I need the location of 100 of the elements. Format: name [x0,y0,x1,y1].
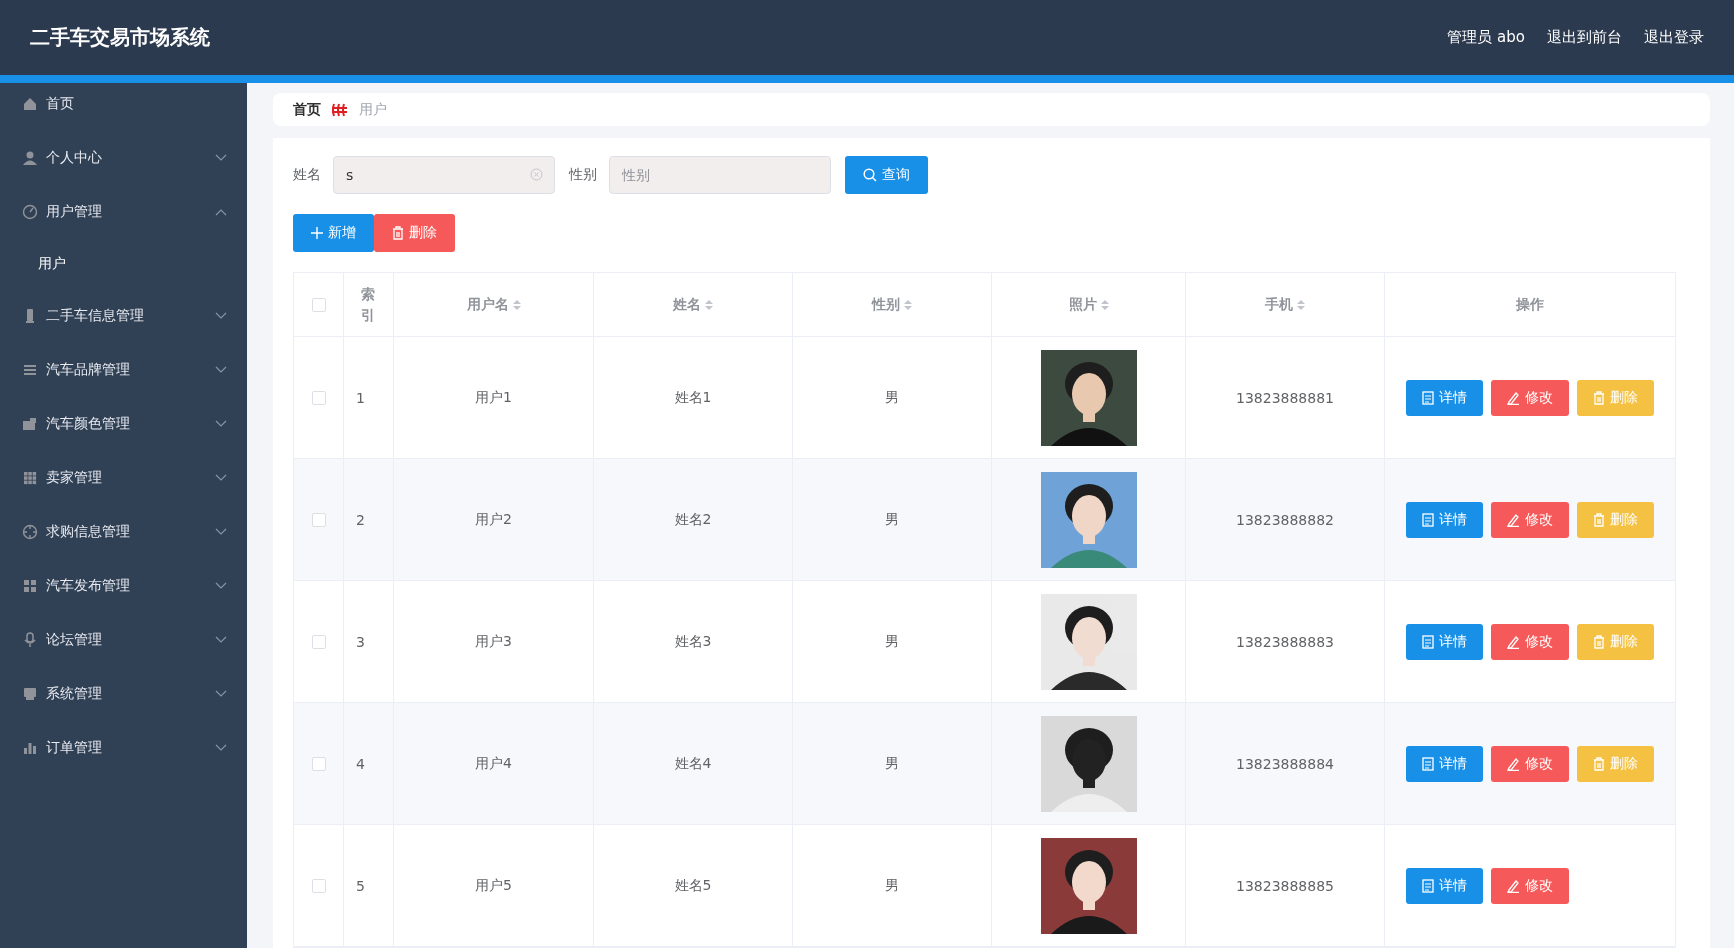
add-button[interactable]: 新增 [293,214,374,252]
header-link[interactable]: 退出登录 [1644,28,1704,47]
menu-item[interactable]: 二手车信息管理 [0,289,247,343]
column-title: 操作 [1516,295,1544,314]
pencil-icon [1507,756,1520,771]
menu-item[interactable]: 用户管理 [0,185,247,239]
breadcrumb-current: 用户 [359,100,387,119]
document-icon [1422,756,1434,771]
menu-item[interactable]: 求购信息管理 [0,505,247,559]
submenu-item[interactable]: 用户 [0,239,247,289]
menu-item[interactable]: 卖家管理 [0,451,247,505]
header-link[interactable]: 退出到前台 [1547,28,1622,47]
checkbox[interactable] [311,878,326,893]
list-icon [22,362,38,378]
delete-button[interactable]: 删除 [374,214,455,252]
menu-item[interactable]: 订单管理 [0,721,247,775]
gauge-icon [22,204,38,220]
input-field[interactable]: 性别 [609,156,831,194]
breadcrumb-link[interactable]: 首页 [293,100,321,119]
menu-item[interactable]: 系统管理 [0,667,247,721]
sort-icon[interactable] [1100,298,1109,311]
chevron-icon [215,582,227,590]
table-cell: 男 [793,459,992,581]
menu-item[interactable]: 论坛管理 [0,613,247,667]
menu-item[interactable]: 汽车发布管理 [0,559,247,613]
column-title: 性别 [872,295,900,314]
column-title: 索引 [360,284,377,325]
pencil-icon [1507,634,1520,649]
table-cell: 姓名4 [594,703,793,825]
table-cell: 13823888884 [1186,703,1385,825]
clear-icon[interactable] [530,168,543,181]
tiles-icon [22,578,38,594]
edit-button[interactable]: 修改 [1491,501,1569,538]
checkbox[interactable] [311,634,326,649]
table-cell: 姓名5 [594,825,793,947]
details-button[interactable]: 详情 [1406,867,1483,904]
table-cell: 姓名1 [594,337,793,459]
trash-icon [392,226,404,240]
details-button[interactable]: 详情 [1406,623,1483,660]
table-cell: 男 [793,703,992,825]
chevron-icon [215,312,227,320]
plus-icon [311,227,323,239]
chevron-icon [215,636,227,644]
edit-button[interactable]: 修改 [1491,745,1569,782]
chevron-icon [215,420,227,428]
user-icon [22,150,38,166]
table-cell: 姓名3 [594,581,793,703]
chevron-icon [215,690,227,698]
menu-item[interactable]: 汽车品牌管理 [0,343,247,397]
chevron-icon [215,154,227,162]
chevron-icon [215,474,227,482]
header-link[interactable]: 管理员 abo [1447,28,1525,47]
bar-chart-icon [22,740,38,756]
document-icon [1422,390,1434,405]
trash-icon [1593,512,1605,527]
microphone-icon [22,632,38,648]
table-cell: 男 [793,581,992,703]
table-cell: 用户2 [394,459,594,581]
pencil-icon [1507,390,1520,405]
target-icon [22,524,38,540]
details-button[interactable]: 详情 [1406,501,1483,538]
table-cell: 用户4 [394,703,594,825]
sort-icon[interactable] [512,298,521,311]
app-title: 二手车交易市场系统 [30,24,210,51]
table-cell: 13823888883 [1186,581,1385,703]
pencil-icon [1507,512,1520,527]
table-cell: 用户1 [394,337,594,459]
chevron-icon [215,208,227,216]
checkbox[interactable] [311,297,326,312]
details-button[interactable]: 详情 [1406,745,1483,782]
grid-icon [22,470,38,486]
chevron-icon [215,366,227,374]
column-title: 照片 [1068,295,1097,314]
search-icon [863,168,877,182]
checkbox[interactable] [311,756,326,771]
table-cell: 4 [344,703,394,825]
table-cell: 13823888882 [1186,459,1385,581]
edit-button[interactable]: 修改 [1491,867,1569,904]
edit-button[interactable]: 修改 [1491,379,1569,416]
search-button[interactable]: 查询 [845,156,928,194]
input-field[interactable]: s [333,156,555,194]
menu-item[interactable]: 首页 [0,77,247,131]
sort-icon[interactable] [705,298,713,311]
document-icon [1422,878,1434,893]
document-icon [1422,634,1434,649]
chevron-icon [215,528,227,536]
menu-item[interactable]: 汽车颜色管理 [0,397,247,451]
edit-button[interactable]: 修改 [1491,623,1569,660]
sort-icon[interactable] [1297,298,1305,311]
column-title: 姓名 [673,295,701,314]
sort-icon[interactable] [904,298,912,311]
details-button[interactable]: 详情 [1406,379,1483,416]
trash-icon [1593,634,1605,649]
checkbox[interactable] [311,390,326,405]
separator-icon [331,101,349,118]
menu-item[interactable]: 个人中心 [0,131,247,185]
wallet-icon [22,416,38,432]
checkbox[interactable] [311,512,326,527]
column-title: 手机 [1265,295,1293,314]
trash-icon [1593,756,1605,771]
